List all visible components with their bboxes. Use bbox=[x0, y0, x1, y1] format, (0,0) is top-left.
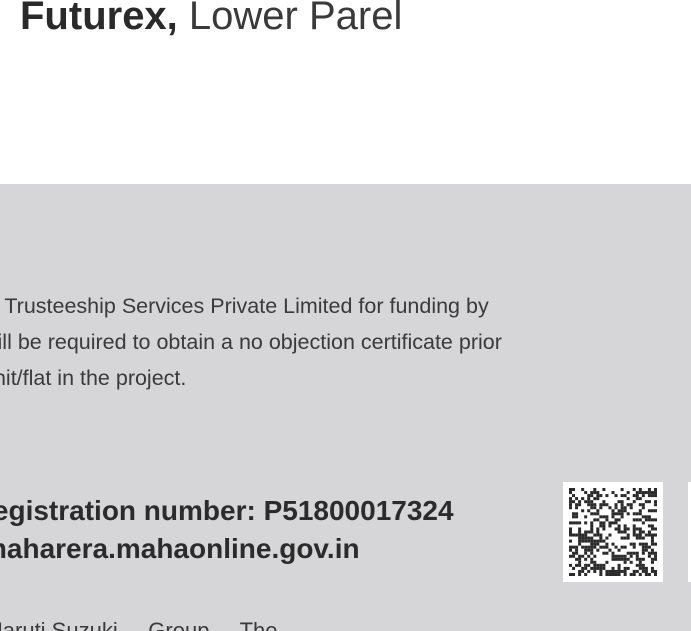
header-section: Futurex, Lower Parel bbox=[0, 0, 691, 184]
disclaimer-line: will be required to obtain a no objectio… bbox=[0, 330, 502, 354]
footer-partial-text: ... Maruti Suzuki ... Group ... The ... bbox=[0, 618, 302, 631]
disclaimer-text: al Trusteeship Services Private Limited … bbox=[0, 288, 642, 396]
project-name: Futurex, bbox=[20, 0, 178, 38]
info-panel: al Trusteeship Services Private Limited … bbox=[0, 184, 691, 631]
rera-info: registration number: P51800017324 mahare… bbox=[0, 492, 454, 568]
qr-code-graphic bbox=[569, 488, 657, 576]
qr-code-icon bbox=[563, 482, 663, 582]
project-location: Lower Parel bbox=[177, 0, 403, 38]
rera-registration-number: registration number: P51800017324 bbox=[0, 495, 454, 526]
disclaimer-line: unit/flat in the project. bbox=[0, 366, 187, 390]
rera-website: maharera.mahaonline.gov.in bbox=[0, 533, 360, 564]
disclaimer-line: al Trusteeship Services Private Limited … bbox=[0, 294, 489, 318]
project-title: Futurex, Lower Parel bbox=[20, 0, 402, 40]
